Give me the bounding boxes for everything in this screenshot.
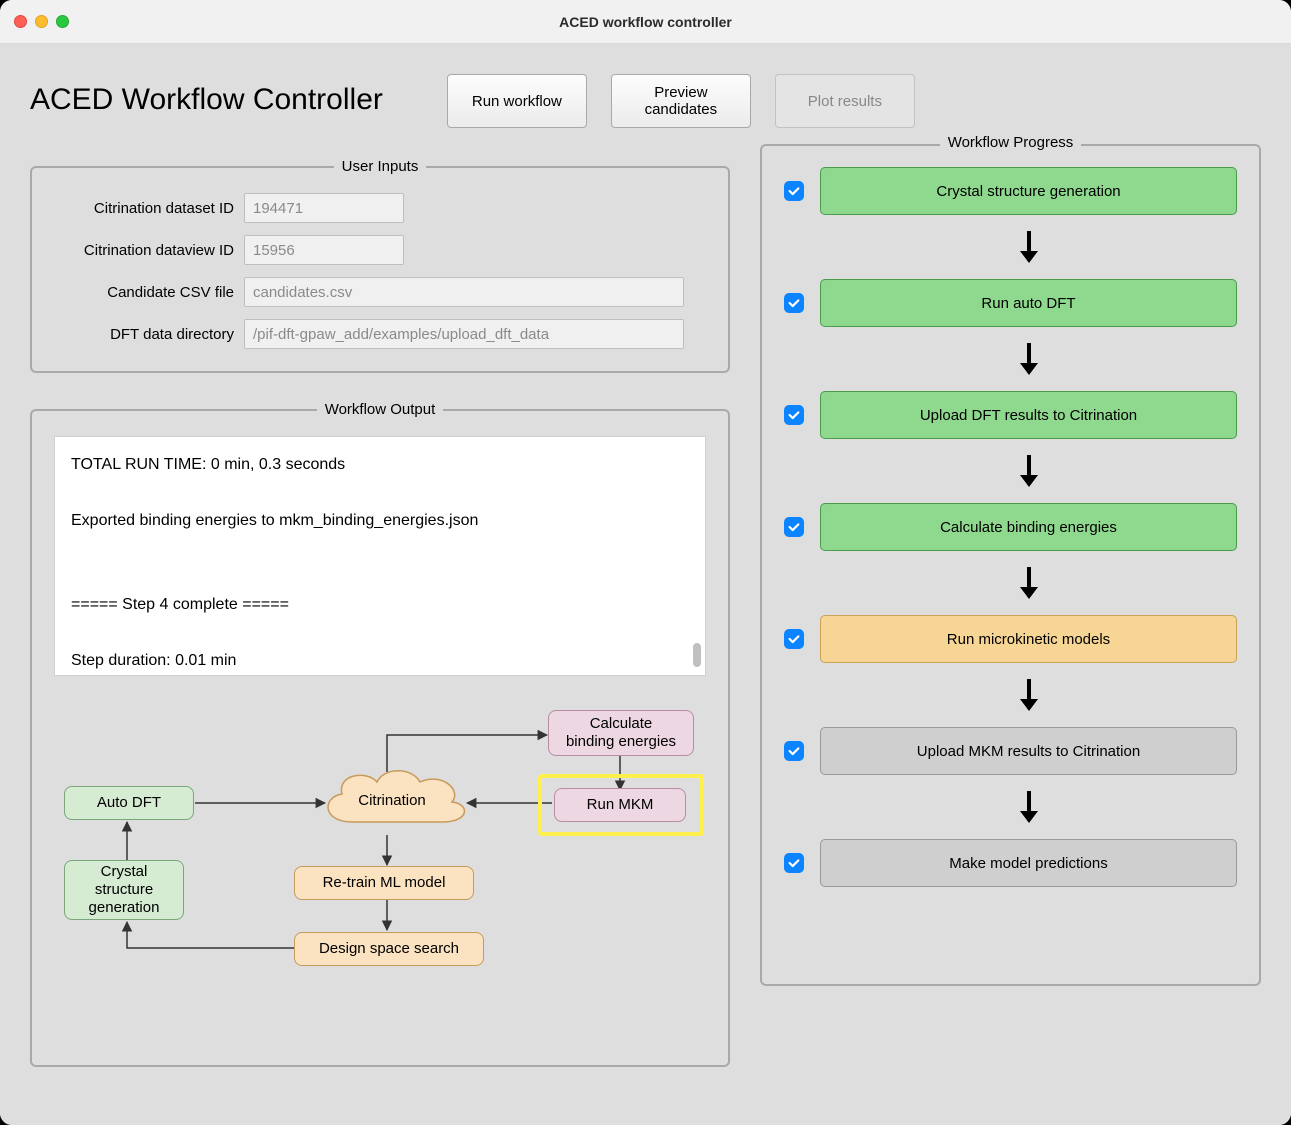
progress-step: Calculate binding energies xyxy=(784,503,1237,551)
scrollbar-thumb[interactable] xyxy=(693,643,701,667)
dft-dir-input[interactable] xyxy=(244,319,684,349)
progress-step: Crystal structure generation xyxy=(784,167,1237,215)
window-traffic-lights xyxy=(14,15,69,28)
checkbox-icon[interactable] xyxy=(784,293,804,313)
page-title: ACED Workflow Controller xyxy=(30,83,383,117)
diagram-node-retrain: Re-train ML model xyxy=(294,866,474,900)
diagram-node-auto-dft: Auto DFT xyxy=(64,786,194,820)
progress-step: Upload MKM results to Citrination xyxy=(784,727,1237,775)
checkbox-icon[interactable] xyxy=(784,629,804,649)
workflow-output-text[interactable]: TOTAL RUN TIME: 0 min, 0.3 seconds Expor… xyxy=(54,436,706,676)
right-column: Workflow Progress Crystal structure gene… xyxy=(760,64,1261,1095)
checkbox-icon[interactable] xyxy=(784,517,804,537)
diagram-node-run-mkm: Run MKM xyxy=(554,788,686,822)
arrow-down-icon xyxy=(820,789,1237,825)
workflow-progress-group: Workflow Progress Crystal structure gene… xyxy=(760,144,1261,986)
minimize-icon[interactable] xyxy=(35,15,48,28)
header-row: ACED Workflow Controller Run workflow Pr… xyxy=(30,64,730,128)
dataset-id-label: Citrination dataset ID xyxy=(54,200,244,217)
progress-step: Upload DFT results to Citrination xyxy=(784,391,1237,439)
progress-step-box: Upload DFT results to Citrination xyxy=(820,391,1237,439)
workflow-output-legend: Workflow Output xyxy=(317,401,444,418)
progress-step: Run microkinetic models xyxy=(784,615,1237,663)
titlebar: ACED workflow controller xyxy=(0,0,1291,44)
progress-step-box: Run auto DFT xyxy=(820,279,1237,327)
dataview-id-input[interactable] xyxy=(244,235,404,265)
checkbox-icon[interactable] xyxy=(784,181,804,201)
arrow-down-icon xyxy=(820,565,1237,601)
fullscreen-icon[interactable] xyxy=(56,15,69,28)
workflow-diagram: Auto DFT Crystal structure generation Ci… xyxy=(54,700,706,990)
user-inputs-group: User Inputs Citrination dataset ID Citri… xyxy=(30,158,730,373)
progress-step: Run auto DFT xyxy=(784,279,1237,327)
progress-step-box: Upload MKM results to Citrination xyxy=(820,727,1237,775)
diagram-node-design-search: Design space search xyxy=(294,932,484,966)
workflow-progress-legend: Workflow Progress xyxy=(940,134,1082,151)
left-column: ACED Workflow Controller Run workflow Pr… xyxy=(30,64,730,1095)
preview-candidates-button[interactable]: Preview candidates xyxy=(611,74,751,128)
progress-step-box: Make model predictions xyxy=(820,839,1237,887)
progress-step-box: Crystal structure generation xyxy=(820,167,1237,215)
csv-input[interactable] xyxy=(244,277,684,307)
dataview-id-label: Citrination dataview ID xyxy=(54,242,244,259)
progress-step-box: Run microkinetic models xyxy=(820,615,1237,663)
close-icon[interactable] xyxy=(14,15,27,28)
workflow-output-group: Workflow Output TOTAL RUN TIME: 0 min, 0… xyxy=(30,401,730,1067)
dft-dir-label: DFT data directory xyxy=(54,326,244,343)
csv-label: Candidate CSV file xyxy=(54,284,244,301)
user-inputs-legend: User Inputs xyxy=(334,158,427,175)
window-title: ACED workflow controller xyxy=(0,14,1291,30)
arrow-down-icon xyxy=(820,229,1237,265)
checkbox-icon[interactable] xyxy=(784,853,804,873)
checkbox-icon[interactable] xyxy=(784,405,804,425)
progress-step: Make model predictions xyxy=(784,839,1237,887)
progress-step-box: Calculate binding energies xyxy=(820,503,1237,551)
arrow-down-icon xyxy=(820,341,1237,377)
arrow-down-icon xyxy=(820,677,1237,713)
diagram-node-crystal-gen: Crystal structure generation xyxy=(64,860,184,920)
content: ACED Workflow Controller Run workflow Pr… xyxy=(0,44,1291,1125)
checkbox-icon[interactable] xyxy=(784,741,804,761)
dataset-id-input[interactable] xyxy=(244,193,404,223)
app-window: ACED workflow controller ACED Workflow C… xyxy=(0,0,1291,1125)
run-workflow-button[interactable]: Run workflow xyxy=(447,74,587,128)
arrow-down-icon xyxy=(820,453,1237,489)
diagram-node-citrination: Citrination xyxy=(312,762,472,838)
diagram-node-calc-binding: Calculate binding energies xyxy=(548,710,694,756)
